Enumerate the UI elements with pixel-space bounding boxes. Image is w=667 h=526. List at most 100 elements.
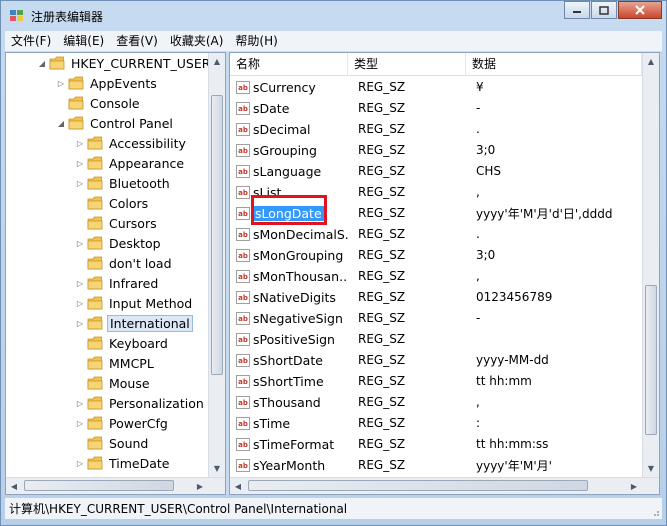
- tree-item[interactable]: MMCPL: [74, 353, 156, 373]
- tree-item[interactable]: ▷ TimeDate: [74, 453, 171, 473]
- string-value-icon: ab: [236, 416, 250, 430]
- collapsed-arrow-icon[interactable]: ▷: [74, 459, 86, 468]
- menu-item[interactable]: 编辑(E): [57, 31, 110, 51]
- tree-item[interactable]: ▷ Infrared: [74, 273, 160, 293]
- title-bar[interactable]: 注册表编辑器: [1, 1, 666, 31]
- values-list-pane[interactable]: 名称 类型 数据 ab sCurrency REG_SZ ¥ ab sDate REG_SZ…: [229, 52, 660, 495]
- table-row[interactable]: ab sNativeDigits REG_SZ 0123456789: [230, 287, 642, 307]
- tree-item[interactable]: Cursors: [74, 213, 159, 233]
- column-header-type[interactable]: 类型: [348, 53, 466, 75]
- scroll-down-arrow-icon[interactable]: ▼: [643, 460, 659, 477]
- menu-item[interactable]: 帮助(H): [229, 31, 283, 51]
- tree-item[interactable]: ▷ PowerCfg: [74, 413, 170, 433]
- collapsed-arrow-icon[interactable]: ▷: [74, 419, 86, 428]
- value-data: -: [476, 311, 481, 325]
- expanded-arrow-icon[interactable]: ◢: [36, 59, 48, 68]
- table-row[interactable]: ab sShortDate REG_SZ yyyy-MM-dd: [230, 350, 642, 370]
- tree-horizontal-scrollbar[interactable]: ◀ ▶: [6, 477, 225, 494]
- table-row[interactable]: ab sTimeFormat REG_SZ tt hh:mm:ss: [230, 434, 642, 454]
- tree-item[interactable]: Colors: [74, 193, 150, 213]
- table-row[interactable]: ab sPositiveSign REG_SZ: [230, 329, 642, 349]
- collapsed-arrow-icon[interactable]: ▷: [74, 299, 86, 308]
- minimize-button[interactable]: [564, 1, 590, 19]
- folder-icon: [87, 296, 103, 310]
- menu-item[interactable]: 查看(V): [110, 31, 164, 51]
- menu-item[interactable]: 文件(F): [5, 31, 57, 51]
- scroll-left-arrow-icon[interactable]: ◀: [230, 478, 246, 494]
- expanded-arrow-icon[interactable]: ◢: [55, 119, 67, 128]
- string-value-icon: ab: [236, 248, 250, 262]
- tree-pane[interactable]: ◢ HKEY_CURRENT_USER ▷ AppEvents Console ◢ Cont…: [5, 52, 226, 495]
- tree-item[interactable]: ▷ International: [74, 313, 193, 333]
- value-name-cell: ab sMonThousan...: [230, 269, 348, 284]
- string-value-icon: ab: [236, 269, 250, 283]
- table-row[interactable]: ab sMonThousan... REG_SZ,: [230, 266, 642, 286]
- scroll-right-arrow-icon[interactable]: ▶: [192, 478, 208, 494]
- menu-item[interactable]: 收藏夹(A): [164, 31, 230, 51]
- table-row[interactable]: ab sThousand REG_SZ,: [230, 392, 642, 412]
- scrollbar-thumb[interactable]: [211, 95, 223, 375]
- table-row[interactable]: ab sCurrency REG_SZ ¥: [230, 77, 642, 97]
- tree-item[interactable]: ▷ Personalization: [74, 393, 206, 413]
- value-name-cell: ab sNegativeSign: [230, 311, 348, 326]
- scroll-up-arrow-icon[interactable]: ▲: [209, 53, 225, 70]
- table-row[interactable]: ab sDate REG_SZ -: [230, 98, 642, 118]
- scrollbar-thumb[interactable]: [24, 480, 174, 491]
- table-row[interactable]: ab sShortTime REG_SZ tt hh:mm: [230, 371, 642, 391]
- resize-grip-icon[interactable]: [650, 507, 660, 517]
- collapsed-arrow-icon[interactable]: ▷: [74, 139, 86, 148]
- list-vertical-scrollbar[interactable]: ▲ ▼: [642, 53, 659, 477]
- collapsed-arrow-icon[interactable]: ▷: [74, 319, 86, 328]
- tree-item[interactable]: ▷ AppEvents: [55, 73, 159, 93]
- table-row[interactable]: ab sDecimal REG_SZ.: [230, 119, 642, 139]
- tree-item[interactable]: ▷ Accessibility: [74, 133, 188, 153]
- column-header-data[interactable]: 数据: [466, 53, 642, 75]
- table-row[interactable]: ab sLanguage REG_SZ CHS: [230, 161, 642, 181]
- collapsed-arrow-icon[interactable]: ▷: [74, 279, 86, 288]
- string-value-icon: ab: [236, 353, 250, 367]
- tree-item[interactable]: ▷ Desktop: [74, 233, 163, 253]
- tree-item[interactable]: ▷ Appearance: [74, 153, 186, 173]
- scroll-down-arrow-icon[interactable]: ▼: [209, 460, 225, 477]
- scroll-up-arrow-icon[interactable]: ▲: [643, 53, 659, 70]
- string-value-icon: ab: [236, 311, 250, 325]
- collapsed-arrow-icon[interactable]: ▷: [74, 399, 86, 408]
- scrollbar-thumb[interactable]: [248, 480, 588, 491]
- value-type: REG_SZ: [358, 437, 406, 451]
- value-type: REG_SZ: [358, 122, 406, 136]
- tree-item[interactable]: don't load: [74, 253, 174, 273]
- tree-item[interactable]: ▷ Input Method: [74, 293, 194, 313]
- collapsed-arrow-icon[interactable]: ▷: [74, 239, 86, 248]
- value-name-cell: ab sPositiveSign: [230, 332, 348, 347]
- scrollbar-thumb[interactable]: [645, 285, 657, 435]
- table-row[interactable]: ab sTime REG_SZ:: [230, 413, 642, 433]
- folder-icon: [87, 196, 103, 210]
- tree-item[interactable]: Keyboard: [74, 333, 170, 353]
- tree-item[interactable]: ◢ Control Panel: [55, 113, 175, 133]
- table-row[interactable]: ab sYearMonth REG_SZ yyyy'年'M'月': [230, 455, 642, 475]
- column-header-name[interactable]: 名称: [230, 53, 348, 75]
- folder-icon: [87, 396, 103, 410]
- list-horizontal-scrollbar[interactable]: ◀ ▶: [230, 477, 659, 494]
- scroll-left-arrow-icon[interactable]: ◀: [6, 478, 22, 494]
- folder-icon: [68, 76, 84, 90]
- scroll-right-arrow-icon[interactable]: ▶: [626, 478, 642, 494]
- tree-item[interactable]: Console: [55, 93, 142, 113]
- value-name-cell: ab sDate: [230, 101, 348, 116]
- tree-vertical-scrollbar[interactable]: ▲ ▼: [208, 53, 225, 477]
- maximize-button[interactable]: [591, 1, 617, 19]
- table-row[interactable]: ab sMonGrouping REG_SZ 3;0: [230, 245, 642, 265]
- folder-icon: [87, 276, 103, 290]
- table-row[interactable]: ab sGrouping REG_SZ 3;0: [230, 140, 642, 160]
- folder-icon: [87, 156, 103, 170]
- tree-item[interactable]: Sound: [74, 433, 150, 453]
- tree-item[interactable]: ◢ HKEY_CURRENT_USER: [36, 53, 212, 73]
- table-row[interactable]: ab sMonDecimalS... REG_SZ.: [230, 224, 642, 244]
- tree-item[interactable]: Mouse: [74, 373, 152, 393]
- tree-item[interactable]: ▷ Bluetooth: [74, 173, 172, 193]
- table-row[interactable]: ab sNegativeSign REG_SZ -: [230, 308, 642, 328]
- collapsed-arrow-icon[interactable]: ▷: [74, 159, 86, 168]
- close-button[interactable]: [618, 1, 662, 19]
- collapsed-arrow-icon[interactable]: ▷: [74, 179, 86, 188]
- collapsed-arrow-icon[interactable]: ▷: [55, 79, 67, 88]
